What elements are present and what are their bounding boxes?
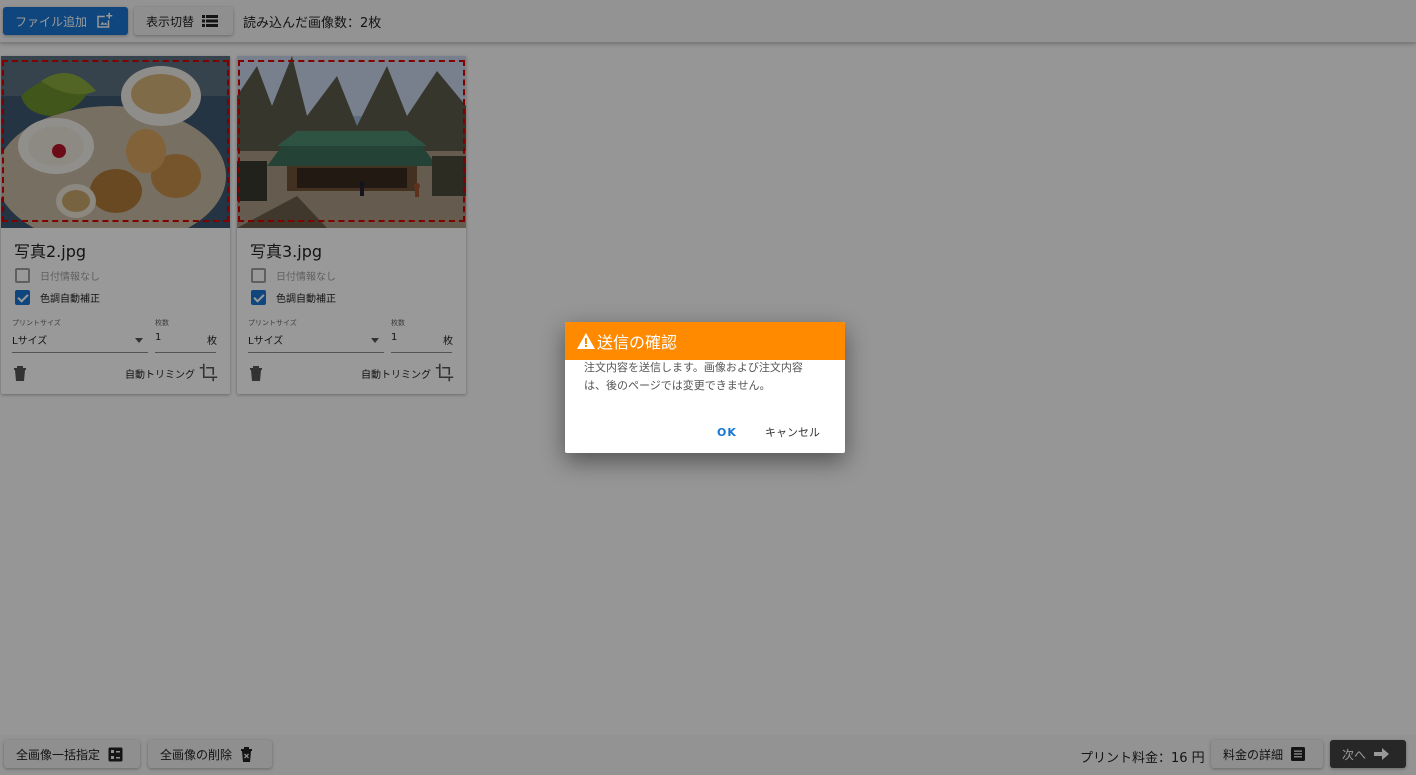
dialog-message: 注文内容を送信します。画像および注文内容は、後のページでは変更できません。 (584, 361, 803, 392)
dialog-title: 送信の確認 (597, 333, 678, 352)
confirm-dialog: 送信の確認 注文内容を送信します。画像および注文内容は、後のページでは変更できま… (565, 322, 845, 453)
dialog-header: 送信の確認 (565, 322, 845, 360)
cancel-button[interactable]: キャンセル (765, 422, 820, 442)
warning-icon (577, 333, 595, 349)
ok-button[interactable]: OK (717, 422, 737, 442)
